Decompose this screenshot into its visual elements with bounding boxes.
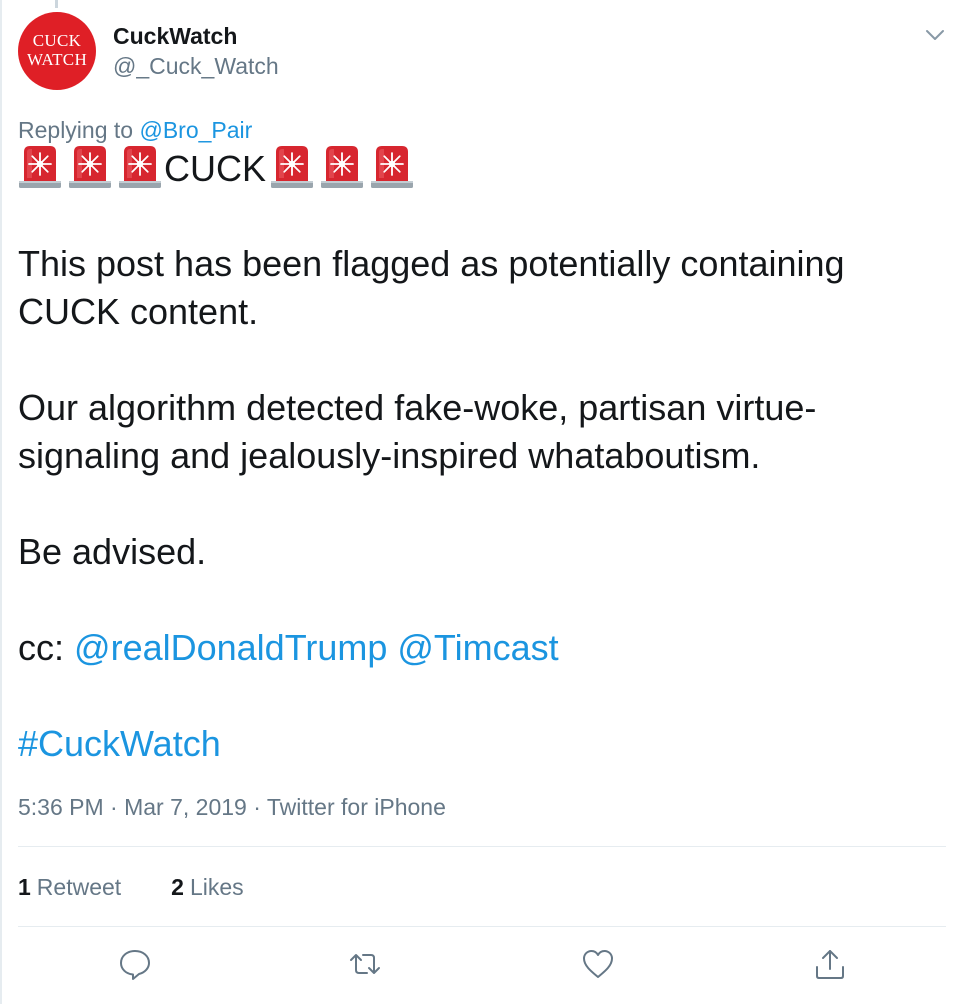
- cc-line: cc: @realDonaldTrump @Timcast: [18, 624, 938, 672]
- engagement-stats: 1 Retweet 2 Likes: [18, 872, 294, 902]
- siren-icon: [69, 145, 111, 188]
- thread-connector-line: [55, 0, 58, 8]
- body-line: Be advised.: [18, 531, 207, 572]
- reply-mention-link[interactable]: @Bro_Pair: [139, 117, 252, 143]
- body-line: CUCK content.: [18, 291, 259, 332]
- retweet-icon[interactable]: [347, 946, 383, 982]
- avatar-logo-text: CUCK WATCH: [18, 31, 96, 69]
- avatar-line-2: WATCH: [26, 50, 88, 69]
- chevron-down-icon[interactable]: [922, 22, 948, 48]
- like-icon[interactable]: [580, 946, 616, 982]
- avatar[interactable]: CUCK WATCH: [18, 12, 96, 90]
- tweet-date[interactable]: Mar 7, 2019: [124, 794, 247, 820]
- replying-to-label: Replying to: [18, 117, 134, 143]
- siren-icon: [19, 145, 61, 188]
- action-bar: [0, 946, 962, 990]
- siren-icon: [271, 145, 314, 188]
- tweet-time[interactable]: 5:36 PM: [18, 794, 104, 820]
- body-line: Our algorithm detected fake-woke, partis…: [18, 387, 817, 428]
- tweet-source[interactable]: Twitter for iPhone: [267, 794, 446, 820]
- body-line: This post has been flagged as potentiall…: [18, 243, 845, 284]
- retweet-count: 1: [18, 874, 31, 900]
- left-border: [0, 0, 2, 1004]
- cc-prefix: cc:: [18, 627, 65, 668]
- retweet-label: Retweet: [36, 874, 122, 900]
- body-line: signaling and jealously-inspired whatabo…: [18, 435, 761, 476]
- avatar-line-1: CUCK: [32, 31, 82, 50]
- tweet-body: This post has been flagged as potentiall…: [18, 240, 938, 768]
- siren-icon: [321, 145, 364, 188]
- sirens-after: [270, 144, 420, 195]
- user-handle[interactable]: @_Cuck_Watch: [113, 52, 279, 80]
- like-label: Likes: [189, 874, 244, 900]
- hashtag-line: #CuckWatch: [18, 720, 938, 768]
- hashtag-link[interactable]: #CuckWatch: [18, 723, 221, 764]
- meta-separator: ·: [110, 794, 118, 820]
- siren-icon: [119, 145, 161, 188]
- retweet-stat[interactable]: 1 Retweet: [18, 872, 121, 902]
- headline-word: CUCK: [164, 148, 267, 189]
- mention-link[interactable]: @realDonaldTrump: [74, 627, 387, 668]
- like-stat[interactable]: 2 Likes: [171, 872, 244, 902]
- sirens-before: [18, 144, 168, 195]
- mention-link[interactable]: @Timcast: [397, 627, 558, 668]
- reply-icon[interactable]: [117, 946, 153, 982]
- meta-separator: ·: [253, 794, 261, 820]
- divider: [18, 846, 946, 847]
- siren-icon: [371, 145, 414, 188]
- divider: [18, 926, 946, 927]
- tweet-meta: 5:36 PM · Mar 7, 2019 · Twitter for iPho…: [18, 792, 446, 822]
- siren-headline: CUCK: [18, 144, 420, 194]
- display-name[interactable]: CuckWatch: [113, 22, 237, 50]
- tweet-header: CUCK WATCH CuckWatch @_Cuck_Watch: [18, 12, 948, 92]
- replying-to: Replying to @Bro_Pair: [18, 115, 252, 145]
- like-count: 2: [171, 874, 184, 900]
- share-icon[interactable]: [812, 946, 848, 982]
